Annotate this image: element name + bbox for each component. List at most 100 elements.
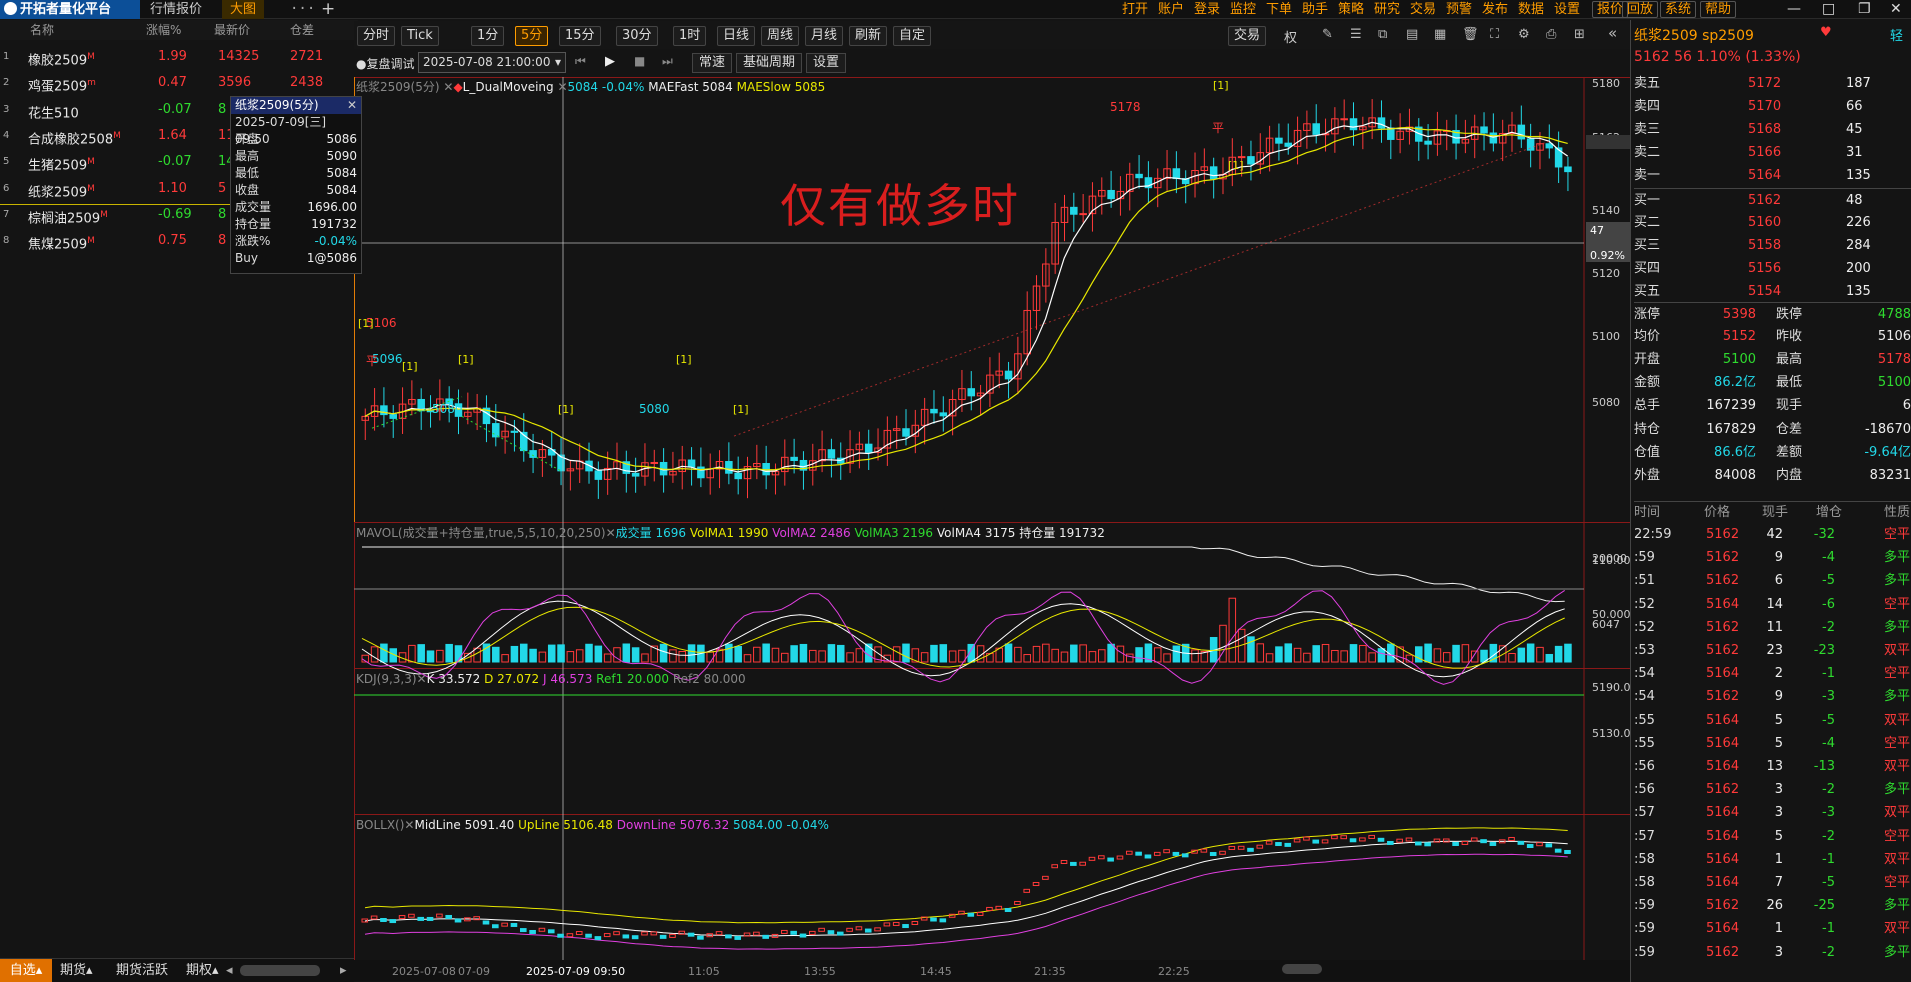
orderbook-row[interactable]: 买五 5154 135 xyxy=(1634,280,1911,303)
screenshot-icon[interactable]: ⎙ xyxy=(1546,27,1556,42)
minimize-icon[interactable]: — xyxy=(1787,0,1801,19)
close-volume-icon[interactable]: ✕ xyxy=(606,526,616,540)
restore-icon[interactable]: ❐ xyxy=(1858,0,1871,19)
trade-button[interactable]: 交易 xyxy=(1228,26,1267,46)
level-volume: 45 xyxy=(1846,122,1863,138)
period-10[interactable]: 刷新 xyxy=(849,26,888,46)
orderbook-row[interactable]: 卖五 5172 187 xyxy=(1634,72,1911,95)
orderbook-row[interactable]: 卖二 5166 31 xyxy=(1634,141,1911,164)
orderbook-row[interactable]: 买一 5162 48 xyxy=(1634,187,1911,211)
col-price[interactable]: 最新价 xyxy=(214,20,250,40)
tab-futures[interactable]: 期货▴ xyxy=(60,959,93,982)
col-name[interactable]: 名称 xyxy=(30,20,54,40)
speed-button[interactable]: 常速 xyxy=(692,53,733,73)
period-4[interactable]: 15分 xyxy=(559,26,601,46)
tab-options[interactable]: 期权▴ xyxy=(186,959,219,982)
menu-item-6[interactable]: 策略 xyxy=(1338,0,1364,19)
close-indicator2-icon[interactable]: ✕ xyxy=(557,80,567,94)
menu-item-5[interactable]: 助手 xyxy=(1302,0,1328,19)
close-icon[interactable]: ✕ xyxy=(1890,0,1902,19)
close-indicator-icon[interactable]: ✕ xyxy=(443,80,453,94)
volma3-value: VolMA3 2196 xyxy=(854,526,934,540)
symbol-name-text: 棕榈油2509 xyxy=(28,211,101,227)
orderbook-row[interactable]: 卖一 5164 135 xyxy=(1634,164,1911,187)
step-forward-icon[interactable]: ⏭ xyxy=(662,54,673,69)
orderbook-row[interactable]: 卖三 5168 45 xyxy=(1634,118,1911,141)
replay-datetime[interactable]: 2025-07-08 21:00:00 ▾ xyxy=(418,52,566,73)
maximize-icon[interactable]: □ xyxy=(1822,0,1835,19)
menu-item-7[interactable]: 研究 xyxy=(1374,0,1400,19)
tab-big-chart[interactable]: 大图 xyxy=(222,0,265,19)
base-period-button[interactable]: 基础周期 xyxy=(736,53,803,73)
tab-active-futures[interactable]: 期货活跃 xyxy=(116,959,168,982)
col-oi[interactable]: 仓差 xyxy=(290,20,314,40)
period-5[interactable]: 30分 xyxy=(616,26,658,46)
menu-item-12[interactable]: 设置 xyxy=(1554,0,1580,19)
settings-icon[interactable]: ⚙ xyxy=(1518,27,1530,42)
orderbook-row[interactable]: 卖四 5170 66 xyxy=(1634,95,1911,118)
period-11[interactable]: 自定 xyxy=(893,26,932,46)
indicator-settings-icon[interactable]: ☰ xyxy=(1350,27,1362,42)
stat-label: 仓值 xyxy=(1634,444,1661,460)
scroll-left-icon[interactable]: ◂ xyxy=(226,959,233,982)
replay-settings-button[interactable]: 设置 xyxy=(806,53,847,73)
period-7[interactable]: 日线 xyxy=(717,26,756,46)
close-boll-icon[interactable]: ✕ xyxy=(404,818,414,832)
rights-button[interactable]: 权 xyxy=(1284,27,1297,46)
symbol-name-text: 鸡蛋2509 xyxy=(28,79,88,95)
menu-button-3[interactable]: 帮助 xyxy=(1700,1,1737,18)
signal-label: [1] xyxy=(1213,79,1229,92)
light-mode-button[interactable]: 轻 xyxy=(1890,25,1903,44)
period-2[interactable]: 1分 xyxy=(471,26,505,46)
menu-button-1[interactable]: 回放 xyxy=(1622,1,1659,18)
period-9[interactable]: 月线 xyxy=(805,26,844,46)
menu-item-4[interactable]: 下单 xyxy=(1266,0,1292,19)
scrollbar[interactable] xyxy=(240,965,320,976)
scroll-right-icon[interactable]: ▸ xyxy=(340,959,347,982)
period-1[interactable]: Tick xyxy=(401,26,439,46)
menu-item-8[interactable]: 交易 xyxy=(1410,0,1436,19)
period-6[interactable]: 1时 xyxy=(673,26,707,46)
delete-icon[interactable]: 🗑 xyxy=(1462,27,1479,42)
stat-label: 金额 xyxy=(1634,375,1661,391)
watchlist-row[interactable]: 1 橡胶2509M 1.99 14325 2721 xyxy=(0,44,358,70)
boll-candle xyxy=(1442,838,1450,843)
orderbook-row[interactable]: 买四 5156 200 xyxy=(1634,257,1911,280)
orderbook-row[interactable]: 买二 5160 226 xyxy=(1634,211,1911,234)
tab-watchlist[interactable]: 自选▴ xyxy=(0,959,52,982)
grid-icon[interactable]: ⊞ xyxy=(1574,27,1585,42)
boll-indicator-name: BOLLX() xyxy=(356,818,405,832)
layout-icon[interactable]: ▤ xyxy=(1406,27,1418,42)
volume-bar xyxy=(753,646,761,663)
add-tab-icon[interactable]: + xyxy=(313,0,343,19)
tooltip-close-icon[interactable]: ✕ xyxy=(347,97,357,114)
period-0[interactable]: 分时 xyxy=(357,26,396,46)
copy-icon[interactable]: ⧉ xyxy=(1378,27,1387,42)
layers-icon[interactable]: ▦ xyxy=(1434,27,1446,42)
orderbook-row[interactable]: 买三 5158 284 xyxy=(1634,234,1911,257)
draw-icon[interactable]: ✎ xyxy=(1322,27,1333,42)
tick-row: 22:59 5162 42 -32 空平 xyxy=(1634,523,1911,546)
chart-scrollbar[interactable] xyxy=(1282,964,1322,974)
menu-button-2[interactable]: 系统 xyxy=(1660,1,1697,18)
collapse-icon[interactable]: « xyxy=(1608,24,1617,42)
menu-item-0[interactable]: 打开 xyxy=(1122,0,1148,19)
favorite-heart-icon[interactable]: ♥ xyxy=(1820,25,1832,40)
step-back-icon[interactable]: ⏮ xyxy=(575,54,586,69)
period-3[interactable]: 5分 xyxy=(515,26,549,46)
menu-item-2[interactable]: 登录 xyxy=(1194,0,1220,19)
period-8[interactable]: 周线 xyxy=(761,26,800,46)
menu-item-11[interactable]: 数据 xyxy=(1518,0,1544,19)
close-kdj-icon[interactable]: ✕ xyxy=(417,672,427,686)
menu-item-9[interactable]: 预警 xyxy=(1446,0,1472,19)
menu-item-1[interactable]: 账户 xyxy=(1158,0,1184,19)
menu-item-3[interactable]: 监控 xyxy=(1230,0,1256,19)
watchlist-row[interactable]: 2 鸡蛋2509m 0.47 3596 2438 xyxy=(0,70,358,96)
col-change[interactable]: 涨幅% xyxy=(146,20,181,40)
tab-quotes[interactable]: 行情报价 xyxy=(142,0,210,19)
stop-icon[interactable]: ■ xyxy=(634,54,645,68)
menu-item-10[interactable]: 发布 xyxy=(1482,0,1508,19)
play-icon[interactable]: ▶ xyxy=(605,54,615,69)
fullscreen-icon[interactable]: ⛶ xyxy=(1490,27,1499,42)
replay-label[interactable]: ●复盘调试 xyxy=(356,55,414,72)
